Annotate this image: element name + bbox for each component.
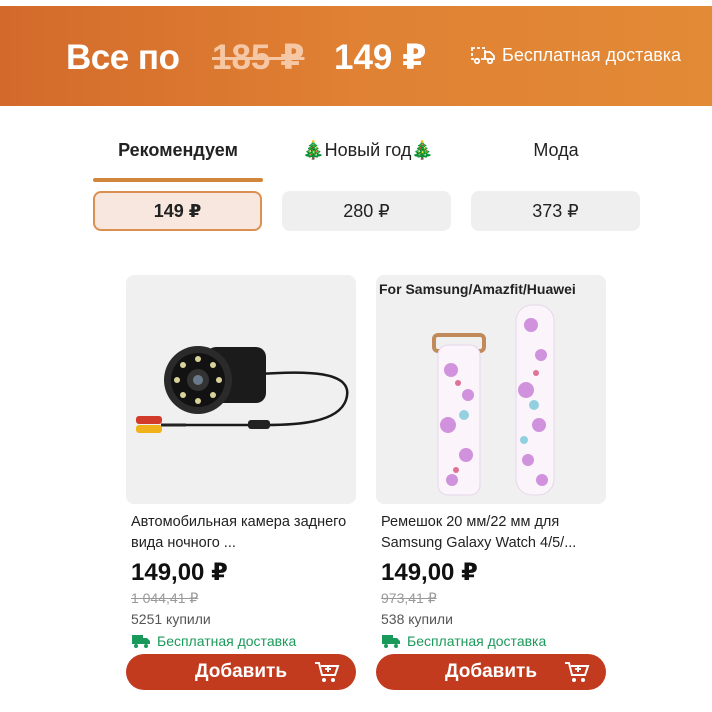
banner-free-shipping: Бесплатная доставка <box>470 44 681 66</box>
free-delivery-label: Бесплатная доставка <box>126 633 356 649</box>
cart-plus-icon <box>565 662 590 682</box>
add-to-cart-button[interactable]: Добавить <box>376 654 606 690</box>
banner-prefix: Все по <box>66 38 180 77</box>
tab-recommended[interactable]: Рекомендуем <box>93 128 263 182</box>
image-caption: For Samsung/Amazfit/Huawei <box>379 281 576 297</box>
watch-strap-image <box>432 304 555 496</box>
product-card[interactable]: Автомобильная камера заднего вида ночног… <box>126 275 356 690</box>
product-price: 149,00 ₽ <box>381 559 478 586</box>
product-sold-count: 538 купили <box>381 611 453 627</box>
banner-shipping-label: Бесплатная доставка <box>502 44 682 65</box>
price-chip-280[interactable]: 280 ₽ <box>282 191 451 231</box>
cart-plus-icon <box>315 662 340 682</box>
category-tabs: Рекомендуем 🎄Новый год🎄 Мода <box>93 128 641 182</box>
delivery-truck-icon <box>471 47 495 65</box>
product-old-price: 1 044,41 ₽ <box>131 590 199 606</box>
add-to-cart-button[interactable]: Добавить <box>126 654 356 690</box>
product-old-price: 973,41 ₽ <box>381 590 437 606</box>
banner-new-price: 149 ₽ <box>334 38 427 77</box>
price-chip-149[interactable]: 149 ₽ <box>93 191 262 231</box>
product-image[interactable]: For Samsung/Amazfit/Huawei <box>376 275 606 504</box>
banner-old-price: 185 ₽ <box>212 38 305 77</box>
product-title[interactable]: Ремешок 20 мм/22 мм для Samsung Galaxy W… <box>376 512 606 554</box>
delivery-text: Бесплатная доставка <box>407 633 547 649</box>
add-button-label: Добавить <box>194 661 288 682</box>
product-sold-count: 5251 купили <box>131 611 211 627</box>
promo-banner: Все по 185 ₽ 149 ₽ Бесплатная доставка <box>0 6 712 106</box>
delivery-truck-icon <box>382 635 400 648</box>
car-camera-image <box>136 346 349 433</box>
product-price: 149,00 ₽ <box>131 559 228 586</box>
price-chip-373[interactable]: 373 ₽ <box>471 191 640 231</box>
product-title[interactable]: Автомобильная камера заднего вида ночног… <box>126 512 356 554</box>
delivery-truck-icon <box>132 635 150 648</box>
tab-new-year[interactable]: 🎄Новый год🎄 <box>283 128 453 182</box>
add-button-label: Добавить <box>444 661 538 682</box>
product-image[interactable] <box>126 275 356 504</box>
free-delivery-label: Бесплатная доставка <box>376 633 606 649</box>
product-card[interactable]: For Samsung/Amazfit/Huawei Ремешок 20 мм… <box>376 275 606 690</box>
delivery-text: Бесплатная доставка <box>157 633 297 649</box>
tab-fashion[interactable]: Мода <box>471 128 641 182</box>
